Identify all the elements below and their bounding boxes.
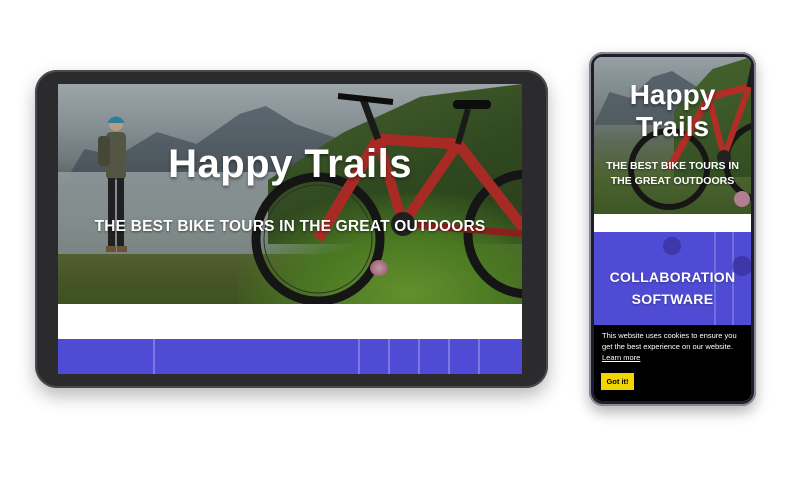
window-frame	[418, 339, 420, 374]
collaboration-section-preview	[58, 339, 522, 374]
hero-title: Happy Trails	[594, 79, 751, 143]
hero-subtitle: THE BEST BIKE TOURS IN THE GREAT OUTDOOR…	[94, 218, 486, 235]
hero-title: Happy Trails	[168, 142, 412, 186]
got-it-button[interactable]: Got it!	[601, 373, 634, 390]
hero-title-line: Trails	[635, 111, 710, 142]
hero-subtitle-line: THE GREAT OUTDOORS	[610, 175, 735, 187]
cookie-consent-banner: This website uses cookies to ensure you …	[594, 325, 751, 401]
window-frame	[448, 339, 450, 374]
white-divider-section	[594, 214, 751, 232]
window-frame	[388, 339, 390, 374]
hero-subtitle-line: THE BEST BIKE TOURS IN	[606, 160, 739, 172]
cookie-message: This website uses cookies to ensure you …	[602, 331, 737, 351]
hero-overlay	[58, 84, 522, 304]
phone-hero-section: Happy Trails THE BEST BIKE TOURS IN THE …	[594, 57, 751, 214]
window-frame	[478, 339, 480, 374]
section-title: COLLABORATION SOFTWARE	[594, 266, 751, 310]
tablet-hero-section: Happy Trails THE BEST BIKE TOURS IN THE …	[58, 84, 522, 304]
hero-title-line: Happy	[629, 79, 716, 110]
window-frame	[153, 339, 155, 374]
section-title-line: COLLABORATION	[609, 269, 736, 285]
tablet-screen: Happy Trails THE BEST BIKE TOURS IN THE …	[58, 84, 522, 374]
white-divider-section	[58, 304, 522, 339]
learn-more-link[interactable]: Learn more	[602, 352, 640, 363]
section-title-line: SOFTWARE	[631, 291, 714, 307]
hero-subtitle: THE BEST BIKE TOURS IN THE GREAT OUTDOOR…	[594, 159, 751, 189]
window-frame	[358, 339, 360, 374]
phone-screen: Happy Trails THE BEST BIKE TOURS IN THE …	[594, 57, 751, 401]
